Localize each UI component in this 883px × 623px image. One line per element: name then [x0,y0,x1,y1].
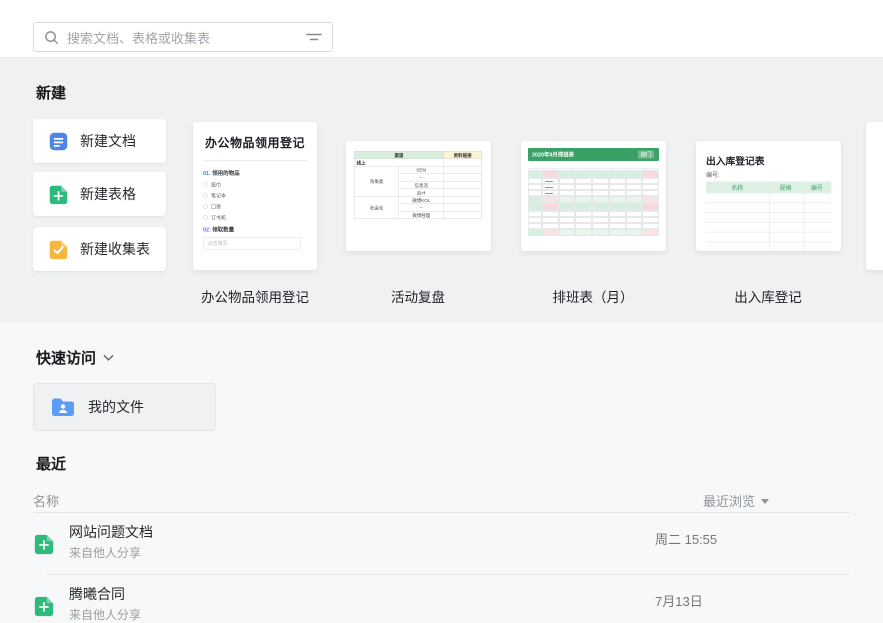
new-sheet-button[interactable]: 新建表格 [33,172,166,216]
my-files-label: 我的文件 [88,397,144,417]
new-doc-button[interactable]: 新建文档 [33,119,166,163]
search-input[interactable]: 搜索文档、表格或收集表 [33,22,333,52]
my-files-card[interactable]: 我的文件 [33,383,216,431]
template-caption: 活动复盘 [333,286,503,306]
template-caption: 办公物品领用登记 [170,286,340,306]
recent-row[interactable]: 网站问题文档 来自他人分享 周二 15:55 [0,513,883,575]
sheet-file-icon [33,595,55,622]
file-title: 网站问题文档 [69,522,153,542]
quick-access-header: 快速访问 [36,347,114,368]
top-bar: 搜索文档、表格或收集表 [0,0,883,58]
quick-access-heading: 快速访问 [36,347,96,368]
template-card-partial[interactable] [866,122,883,270]
caret-down-icon [761,499,769,504]
radio-option: 纸巾 [203,181,307,189]
new-section-heading: 新建 [36,82,66,103]
file-subtitle: 来自他人分享 [69,544,141,561]
template-office-body: 01.领用的物品 纸巾 笔记本 口罩 订书机 02.领取数量 [203,169,307,250]
new-section: 新建 新建文档 新建表格 新建收集表 办公物品领用登记 01.领用的物品 纸巾 [0,58,883,322]
template-card-activity-review[interactable]: 渠道资料链接 线上 效果类SEM -- 信息流 合计 社会化微博KOL -- 微… [346,141,491,251]
new-doc-label: 新建文档 [80,131,136,151]
template-caption: 出入库登记 [683,286,853,306]
app-window: 搜索文档、表格或收集表 新建 新建文档 新建表格 新建收集表 [0,0,883,623]
file-time: 周二 15:55 [655,529,717,548]
file-title: 腾曦合同 [69,584,125,604]
file-time: 7月13日 [655,591,703,610]
sort-by-recent-control[interactable]: 最近浏览 [703,491,769,510]
recent-list-header: 名称 最近浏览 [33,488,850,513]
sheet-file-icon [33,533,55,560]
radio-icon [203,215,208,220]
sheet-icon [48,184,69,205]
lower-section: 快速访问 我的文件 最近 名称 最近浏览 网站问题文档 来自他人分享 [0,322,883,623]
new-form-button[interactable]: 新建收集表 [33,227,166,271]
template-inventory-body: 出入库登记表 编号: 名称 规格 编号 [706,153,831,251]
search-icon [44,30,59,45]
recent-heading: 最近 [36,453,66,474]
template-card-schedule[interactable]: 2020年9月排班表 部门 [521,141,666,251]
radio-icon [203,204,208,209]
radio-icon [203,193,208,198]
chevron-down-icon[interactable] [103,354,114,362]
template-office-title: 办公物品领用登记 [203,134,307,161]
radio-option: 笔记本 [203,192,307,200]
recent-row[interactable]: 腾曦合同 来自他人分享 7月13日 [0,575,883,623]
radio-option: 订书机 [203,214,307,222]
template-office-input [203,237,301,250]
file-subtitle: 来自他人分享 [69,606,141,623]
radio-icon [203,182,208,187]
schedule-title-bar: 2020年9月排班表 部门 [528,148,659,161]
form-check-icon [48,239,69,260]
new-form-label: 新建收集表 [80,239,150,259]
template-card-inventory[interactable]: 出入库登记表 编号: 名称 规格 编号 [696,141,841,251]
doc-icon [48,131,69,152]
schedule-grid [528,170,659,236]
new-sheet-label: 新建表格 [80,184,136,204]
search-placeholder: 搜索文档、表格或收集表 [67,28,306,47]
filter-icon[interactable] [306,30,322,44]
column-name: 名称 [33,491,59,510]
template-review-table: 渠道资料链接 线上 效果类SEM -- 信息流 合计 社会化微博KOL -- 微… [354,151,483,219]
template-caption: 排班表（月） [508,286,678,306]
radio-option: 口罩 [203,203,307,211]
folder-icon [50,396,76,418]
template-card-office-supplies[interactable]: 办公物品领用登记 01.领用的物品 纸巾 笔记本 口罩 订书机 02.领取数量 [193,122,317,270]
